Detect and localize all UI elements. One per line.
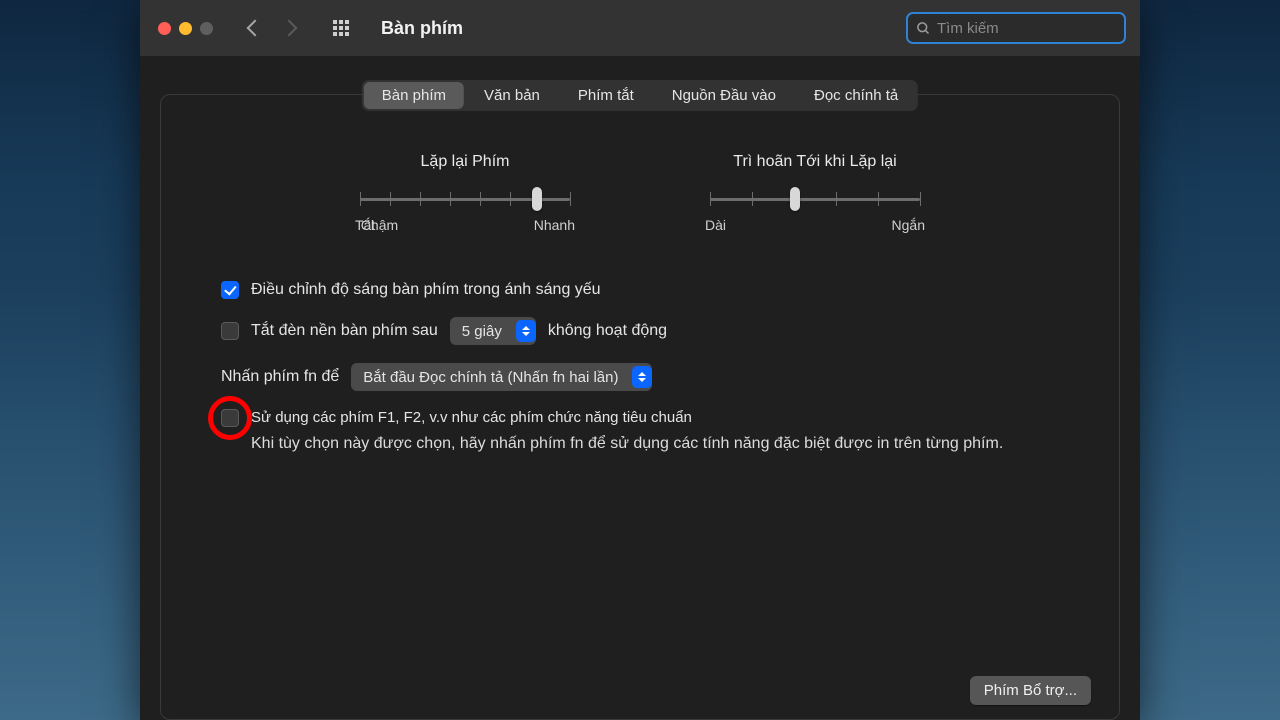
key-repeat-slow-label: Chậm [361,217,398,233]
tab-bar: Bàn phím Văn bản Phím tắt Nguồn Đầu vào … [362,80,918,111]
modifier-keys-button[interactable]: Phím Bổ trợ... [970,676,1091,705]
delay-short-label: Ngắn [892,217,925,233]
tab-shortcuts[interactable]: Phím tắt [560,82,652,109]
select-arrows-icon [516,320,536,342]
backlight-off-label-post: không hoạt động [548,322,667,340]
delay-long-label: Dài [705,217,726,233]
pane-body: Bàn phím Văn bản Phím tắt Nguồn Đầu vào … [140,56,1140,720]
use-fkeys-checkbox[interactable] [221,409,239,427]
press-fn-select[interactable]: Bắt đầu Đọc chính tả (Nhấn fn hai lần) [351,363,652,391]
use-fkeys-description: Khi tùy chọn này được chọn, hãy nhấn phí… [251,432,1003,455]
delay-title: Trì hoãn Tới khi Lặp lại [733,153,896,171]
use-fkeys-label: Sử dụng các phím F1, F2, v.v như các phí… [251,409,1003,426]
key-repeat-title: Lặp lại Phím [421,153,510,171]
zoom-window-button[interactable] [200,22,213,35]
select-arrows-icon [632,366,652,388]
window-title: Bàn phím [381,18,463,39]
adjust-brightness-label: Điều chỉnh độ sáng bàn phím trong ánh sá… [251,281,601,299]
close-window-button[interactable] [158,22,171,35]
adjust-brightness-checkbox[interactable] [221,281,239,299]
tab-input-sources[interactable]: Nguồn Đầu vào [654,82,794,109]
tab-dictation[interactable]: Đọc chính tả [796,82,916,109]
key-repeat-slider[interactable] [360,189,570,209]
delay-slider-block: Trì hoãn Tới khi Lặp lại Dài Ngắn [705,153,925,233]
search-input[interactable] [937,20,1136,37]
key-repeat-fast-label: Nhanh [534,217,575,233]
preferences-window: Bàn phím Bàn phím Văn bản Phím tắt Nguồn… [140,0,1140,720]
backlight-delay-value: 5 giây [462,323,502,340]
traffic-lights [158,22,213,35]
press-fn-label: Nhấn phím fn để [221,368,339,386]
delay-labels: Dài Ngắn [705,217,925,233]
content-panel: Bàn phím Văn bản Phím tắt Nguồn Đầu vào … [160,94,1120,720]
minimize-window-button[interactable] [179,22,192,35]
search-icon [916,21,931,36]
backlight-off-label-pre: Tắt đèn nền bàn phím sau [251,322,438,340]
show-all-icon[interactable] [333,20,349,36]
key-repeat-labels: Tắt Chậm Nhanh [355,217,575,233]
back-button[interactable] [247,20,264,37]
delay-slider[interactable] [710,189,920,209]
tab-keyboard[interactable]: Bàn phím [364,82,464,109]
key-repeat-slider-block: Lặp lại Phím Tắt Chậm Nhanh [355,153,575,233]
nav-buttons [249,22,295,34]
backlight-delay-select[interactable]: 5 giây [450,317,536,345]
press-fn-value: Bắt đầu Đọc chính tả (Nhấn fn hai lần) [363,369,618,386]
tab-text[interactable]: Văn bản [466,82,558,109]
search-field[interactable] [906,12,1126,44]
forward-button [281,20,298,37]
window-toolbar: Bàn phím [140,0,1140,56]
backlight-off-checkbox[interactable] [221,322,239,340]
